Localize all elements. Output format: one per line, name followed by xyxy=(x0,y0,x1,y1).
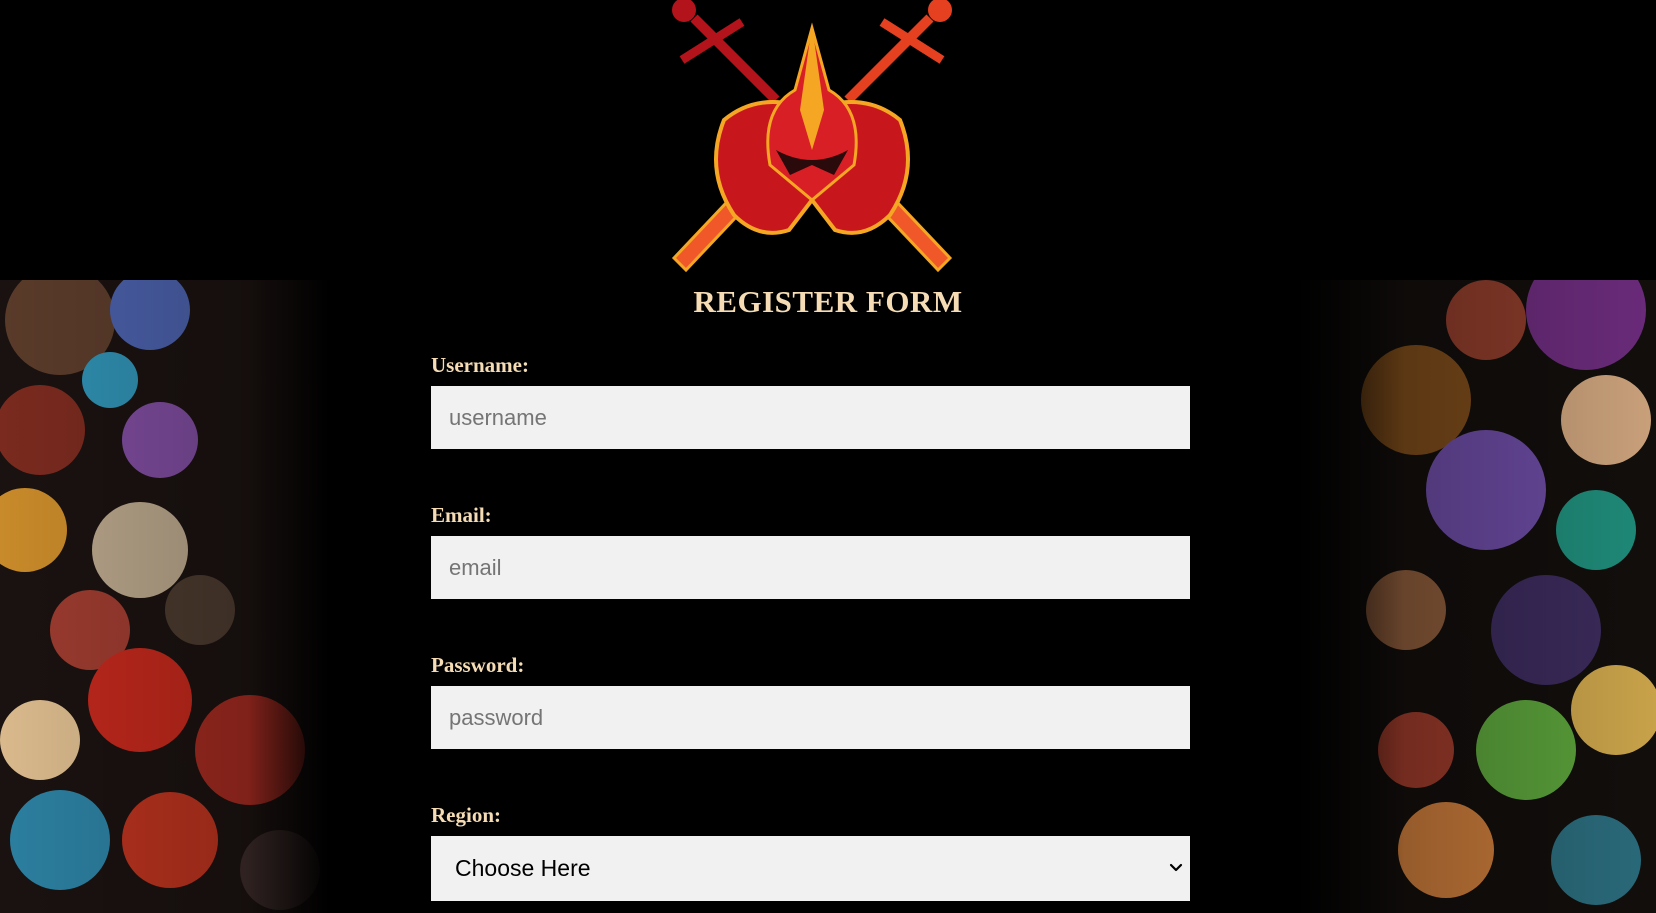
username-label: Username: xyxy=(431,353,529,377)
region-label: Region: xyxy=(431,803,501,827)
email-input[interactable] xyxy=(431,536,1190,599)
password-label: Password: xyxy=(431,653,525,677)
email-field-group: Email: xyxy=(431,502,1190,599)
username-input[interactable] xyxy=(431,386,1190,449)
left-character-art xyxy=(0,280,330,913)
password-input[interactable] xyxy=(431,686,1190,749)
email-label: Email: xyxy=(431,503,492,527)
chevron-down-icon xyxy=(1168,858,1184,878)
form-title: REGISTER FORM xyxy=(693,284,963,319)
register-form: Username: Email: Password: Region: Choos… xyxy=(431,352,1190,901)
region-select-value: Choose Here xyxy=(455,855,591,881)
right-character-art xyxy=(1296,280,1656,913)
region-select[interactable]: Choose Here xyxy=(431,836,1190,901)
region-field-group: Region: Choose Here xyxy=(431,802,1190,901)
password-field-group: Password: xyxy=(431,652,1190,749)
username-field-group: Username: xyxy=(431,352,1190,449)
register-page: REGISTER FORM Username: Email: Password:… xyxy=(0,0,1656,913)
knight-helmet-crossed-swords-icon xyxy=(664,0,960,272)
